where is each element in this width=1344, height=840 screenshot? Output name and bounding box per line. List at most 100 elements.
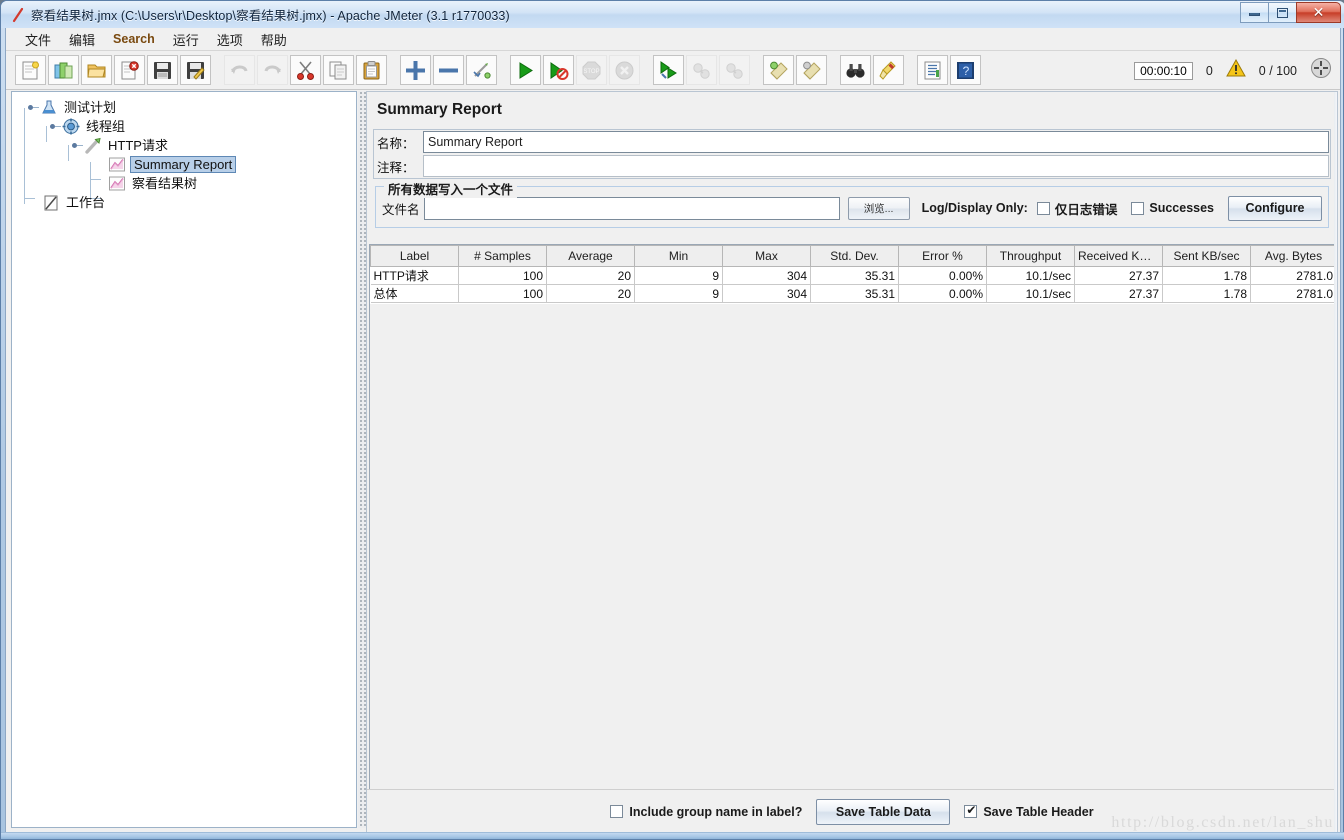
cut-button[interactable] xyxy=(290,55,321,85)
column-header-avg-bytes[interactable]: Avg. Bytes xyxy=(1250,245,1334,267)
cell-avg-bytes: 2781.0 xyxy=(1250,284,1334,303)
expander-icon[interactable] xyxy=(50,121,61,132)
errors-only-label: 仅日志错误 xyxy=(1054,202,1118,217)
menu-edit[interactable]: 编辑 xyxy=(60,28,104,51)
new-document-button[interactable] xyxy=(15,55,46,85)
start-no-pauses-button[interactable] xyxy=(543,55,574,85)
tree-node-http-request[interactable]: HTTP请求 xyxy=(22,136,356,155)
save-table-data-button[interactable]: Save Table Data xyxy=(816,798,951,825)
comment-input[interactable] xyxy=(423,155,1329,177)
name-label: 名称： xyxy=(377,136,415,151)
expand-arrows-icon[interactable] xyxy=(1310,57,1332,84)
redo-arrow-icon xyxy=(264,65,281,74)
stop-button[interactable]: STOP xyxy=(576,55,607,85)
tree-node-label: 工作台 xyxy=(66,195,106,210)
save-as-icon xyxy=(187,61,205,80)
menu-run[interactable]: 运行 xyxy=(164,28,208,51)
close-icon: ✕ xyxy=(1312,4,1325,20)
open-folder-button[interactable] xyxy=(81,55,112,85)
remote-start-all-button[interactable] xyxy=(653,55,684,85)
column-header-throughput[interactable]: Throughput xyxy=(986,245,1075,267)
column-header-std-dev[interactable]: Std. Dev. xyxy=(810,245,899,267)
listener-chart-icon xyxy=(108,156,126,173)
browse-button[interactable]: 浏览... xyxy=(847,196,910,220)
paste-button[interactable] xyxy=(356,55,387,85)
menu-file[interactable]: 文件 xyxy=(16,28,60,51)
column-header-max[interactable]: Max xyxy=(722,245,811,267)
menu-options[interactable]: 选项 xyxy=(208,28,252,51)
redo-button[interactable] xyxy=(257,55,288,85)
copy-button[interactable] xyxy=(323,55,354,85)
remote-stop-all-button[interactable] xyxy=(686,55,717,85)
tree-node-summary-report[interactable]: Summary Report xyxy=(22,155,356,174)
column-header-label[interactable]: Label xyxy=(370,245,459,267)
filename-input[interactable] xyxy=(423,196,840,220)
tree-node-thread-group[interactable]: 线程组 xyxy=(22,117,356,136)
include-group-name-row: Include group name in label? xyxy=(610,805,802,819)
panel-scrollbar[interactable] xyxy=(1334,92,1337,833)
close-document-button[interactable] xyxy=(114,55,145,85)
cell-max: 304 xyxy=(722,266,811,285)
reset-search-button[interactable] xyxy=(873,55,904,85)
save-button[interactable] xyxy=(147,55,178,85)
cell-samples: 100 xyxy=(458,284,547,303)
name-input[interactable]: Summary Report xyxy=(423,131,1329,153)
cell-std-dev: 35.31 xyxy=(810,284,899,303)
table-actions-bar: Include group name in label? Save Table … xyxy=(367,789,1337,833)
expand-button[interactable] xyxy=(400,55,431,85)
save-table-header-checkbox[interactable] xyxy=(964,803,978,818)
undo-button[interactable] xyxy=(224,55,255,85)
table-row[interactable]: HTTP请求 100 20 9 304 35.31 0.00% 10.1/sec… xyxy=(370,266,1334,285)
tree-node-view-results-tree[interactable]: 察看结果树 xyxy=(22,174,356,193)
menu-bar: 文件 编辑 Search 运行 选项 帮助 xyxy=(6,28,1340,51)
include-group-name-checkbox[interactable] xyxy=(610,805,624,818)
cell-min: 9 xyxy=(634,284,723,303)
minimize-button[interactable] xyxy=(1240,2,1269,23)
cell-samples: 100 xyxy=(458,266,547,285)
toggle-button[interactable] xyxy=(466,55,497,85)
expander-icon[interactable] xyxy=(72,140,83,151)
menu-help[interactable]: 帮助 xyxy=(252,28,296,51)
search-button[interactable] xyxy=(840,55,871,85)
tree-node-test-plan[interactable]: 测试计划 xyxy=(22,98,356,117)
maximize-button[interactable] xyxy=(1268,2,1297,23)
svg-text:?: ? xyxy=(963,64,970,78)
window-title: 察看结果树.jmx (C:\Users\r\Desktop\察看结果树.jmx)… xyxy=(31,9,510,23)
tree-node-label: HTTP请求 xyxy=(108,138,168,153)
close-button[interactable]: ✕ xyxy=(1296,2,1341,23)
column-header-min[interactable]: Min xyxy=(634,245,723,267)
successes-checkbox[interactable] xyxy=(1131,201,1145,215)
column-header-average[interactable]: Average xyxy=(546,245,635,267)
remote-shutdown-all-button[interactable] xyxy=(719,55,750,85)
expander-icon[interactable] xyxy=(28,102,39,113)
warning-triangle-icon[interactable] xyxy=(1225,58,1246,82)
errors-only-checkbox[interactable] xyxy=(1036,201,1050,215)
save-as-button[interactable] xyxy=(180,55,211,85)
column-header-sent-kb[interactable]: Sent KB/sec xyxy=(1162,245,1251,267)
start-button[interactable] xyxy=(510,55,541,85)
function-helper-button[interactable] xyxy=(917,55,948,85)
test-plan-tree: 测试计划 线程组 HTTP请求 Summary Report 察看结果树 工作台 xyxy=(12,92,356,212)
save-table-header-label: Save Table Header xyxy=(983,804,1094,819)
new-document-icon xyxy=(22,61,39,79)
column-header-error-pct[interactable]: Error % xyxy=(898,245,987,267)
file-group-legend: 所有数据写入一个文件 xyxy=(384,179,518,198)
jmeter-feather-icon xyxy=(8,5,28,25)
clear-all-button[interactable] xyxy=(796,55,827,85)
shutdown-button[interactable] xyxy=(609,55,640,85)
table-row[interactable]: 总体 100 20 9 304 35.31 0.00% 10.1/sec 27.… xyxy=(370,284,1334,303)
help-button[interactable]: ? xyxy=(950,55,981,85)
start-no-timers-icon xyxy=(550,61,569,80)
tree-node-workbench[interactable]: 工作台 xyxy=(22,193,356,212)
toggle-enabled-icon xyxy=(473,62,491,79)
column-header-received-kb[interactable]: Received KB/... xyxy=(1074,245,1163,267)
remote-stop-all-icon xyxy=(693,62,710,79)
split-divider[interactable] xyxy=(358,91,366,828)
templates-button[interactable] xyxy=(48,55,79,85)
menu-search[interactable]: Search xyxy=(104,30,164,48)
summary-report-table-container[interactable]: Label # Samples Average Min Max Std. Dev… xyxy=(369,244,1335,790)
collapse-button[interactable] xyxy=(433,55,464,85)
column-header-samples[interactable]: # Samples xyxy=(458,245,547,267)
clear-button[interactable] xyxy=(763,55,794,85)
configure-button[interactable]: Configure xyxy=(1228,195,1322,221)
